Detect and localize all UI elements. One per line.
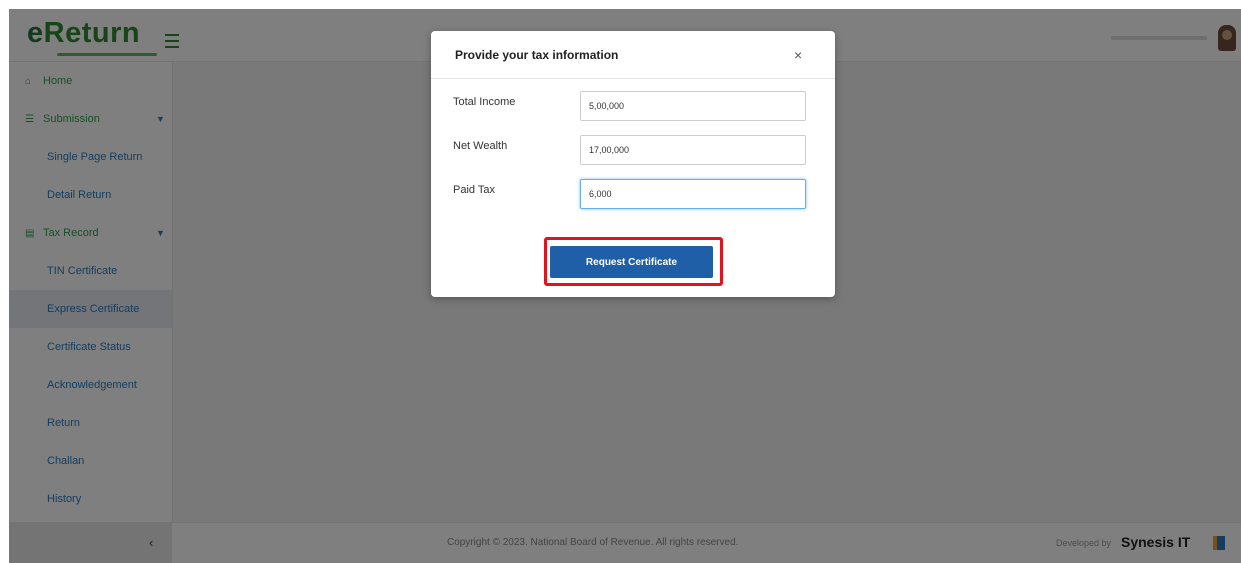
net-wealth-row: Net Wealth bbox=[453, 135, 823, 167]
total-income-row: Total Income bbox=[453, 91, 823, 123]
app-window: eReturn ⌂ Home ☰ Submission ▼ Single Pag… bbox=[9, 9, 1241, 563]
net-wealth-input[interactable] bbox=[580, 135, 806, 165]
modal-header: Provide your tax information × bbox=[431, 31, 835, 79]
modal-title: Provide your tax information bbox=[455, 48, 619, 62]
close-icon[interactable]: × bbox=[794, 47, 802, 63]
tax-info-modal: Provide your tax information × Total Inc… bbox=[431, 31, 835, 297]
paid-tax-label: Paid Tax bbox=[453, 184, 495, 196]
request-certificate-button[interactable]: Request Certificate bbox=[550, 246, 713, 278]
total-income-input[interactable] bbox=[580, 91, 806, 121]
paid-tax-input[interactable] bbox=[580, 179, 806, 209]
net-wealth-label: Net Wealth bbox=[453, 140, 508, 152]
total-income-label: Total Income bbox=[453, 96, 516, 108]
paid-tax-row: Paid Tax bbox=[453, 179, 823, 211]
